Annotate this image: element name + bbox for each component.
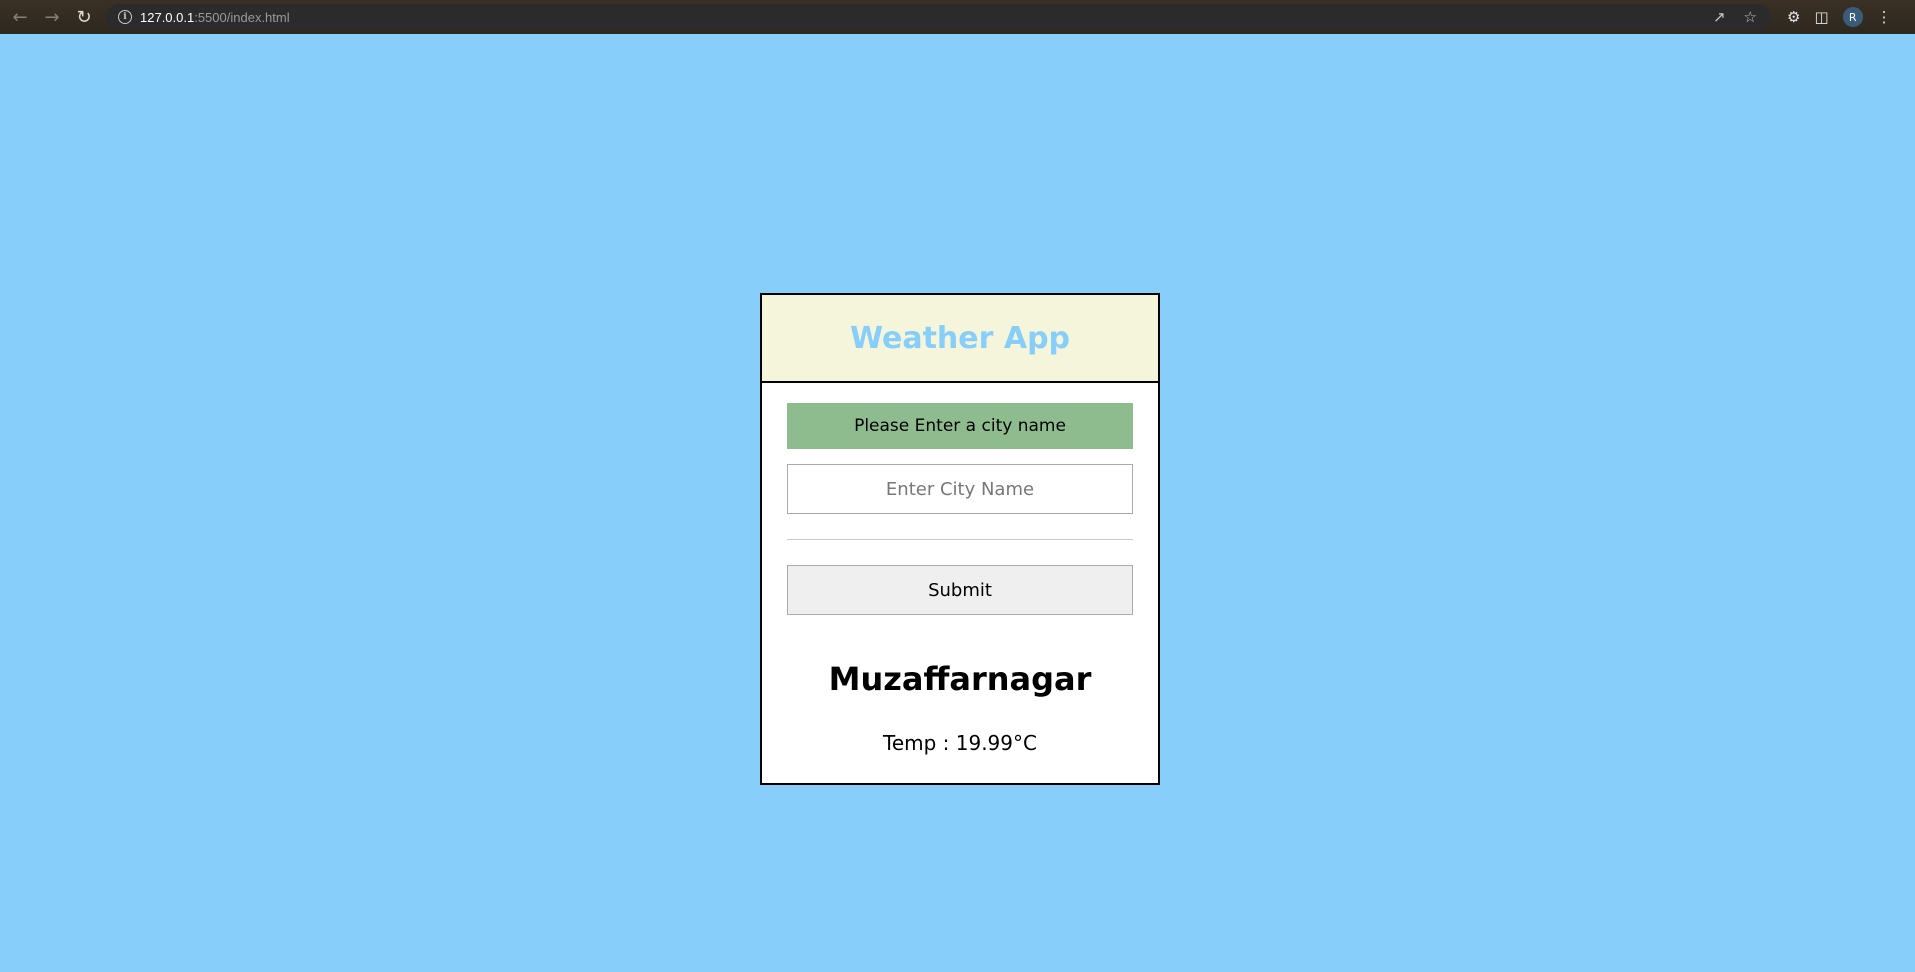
city-input[interactable] — [787, 464, 1133, 514]
address-bar[interactable]: i 127.0.0.1:5500/index.html ↗ ☆ — [106, 4, 1771, 30]
star-icon[interactable]: ☆ — [1744, 8, 1757, 26]
card-header: Weather App — [762, 295, 1158, 383]
extensions-icon[interactable]: ⚙ — [1787, 8, 1800, 26]
city-name: Muzaffarnagar — [828, 660, 1092, 698]
menu-icon[interactable]: ⋮ — [1877, 8, 1892, 26]
url-host: 127.0.0.1 — [140, 9, 195, 25]
browser-toolbar: ← → ↻ i 127.0.0.1:5500/index.html ↗ ☆ ⚙ … — [0, 0, 1915, 34]
avatar[interactable]: R — [1842, 7, 1863, 27]
info-icon[interactable]: i — [118, 10, 132, 24]
app-title: Weather App — [849, 320, 1071, 356]
weather-card: Weather App Please Enter a city name Sub… — [760, 293, 1160, 785]
side-panel-icon[interactable]: ◫ — [1814, 8, 1828, 26]
url-text: 127.0.0.1:5500/index.html — [140, 10, 290, 25]
submit-button[interactable]: Submit — [787, 565, 1133, 615]
forward-icon[interactable]: → — [40, 5, 64, 29]
card-body: Please Enter a city name Submit Muzaffar… — [762, 383, 1158, 755]
temperature: Temp : 19.99°C — [883, 731, 1037, 755]
share-icon[interactable]: ↗ — [1713, 8, 1726, 26]
status-message: Please Enter a city name — [787, 403, 1133, 449]
divider — [787, 539, 1133, 540]
back-icon[interactable]: ← — [8, 5, 32, 29]
reload-icon[interactable]: ↻ — [72, 5, 96, 29]
url-path: :5500/index.html — [194, 9, 290, 25]
